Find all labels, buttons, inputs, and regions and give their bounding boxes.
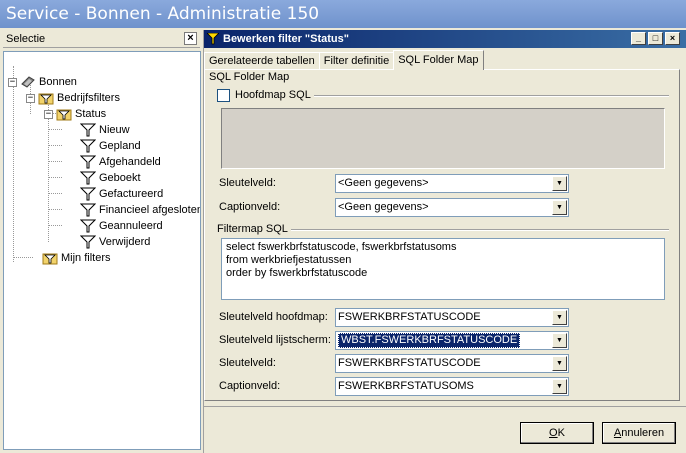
- filter-icon: [80, 139, 96, 153]
- tree-item-bedrijfsfilters[interactable]: − Bedrijfsfilters: [26, 90, 120, 106]
- tab-gerelateerde-tabellen[interactable]: Gerelateerde tabellen: [204, 52, 320, 70]
- filtermap-sql-textarea[interactable]: select fswerkbrfstatuscode, fswerkbrfsta…: [221, 238, 665, 300]
- hoofdmap-sql-textarea[interactable]: [221, 108, 665, 169]
- captionveld-label: Captionveld:: [219, 201, 281, 213]
- selection-panel: Selectie × − Bonnen − Bedrijfsfilters − …: [0, 30, 204, 453]
- selection-panel-header: Selectie ×: [3, 30, 200, 48]
- tree-item-label: Geboekt: [99, 172, 141, 184]
- collapse-icon[interactable]: −: [26, 93, 35, 103]
- tree-item-bonnen[interactable]: − Bonnen: [8, 74, 77, 90]
- tab-strip: Gerelateerde tabellen Filter definitie S…: [204, 50, 484, 70]
- hoofdmap-sql-checkbox[interactable]: [217, 89, 230, 102]
- maximize-button[interactable]: □: [648, 32, 663, 45]
- dialog-title: Bewerken filter "Status": [223, 33, 349, 45]
- sleutelveld-hoofdmap-label: Sleutelveld hoofdmap:: [219, 311, 328, 323]
- edit-filter-dialog: Bewerken filter "Status" _ □ × Gerelatee…: [204, 30, 686, 453]
- selection-panel-title: Selectie: [6, 32, 46, 45]
- tree-item-geboekt[interactable]: Geboekt: [80, 170, 141, 186]
- captionveld-select[interactable]: <Geen gegevens> ▼: [335, 198, 569, 217]
- captionveld-select-2[interactable]: FSWERKBRFSTATUSOMS ▼: [335, 377, 569, 396]
- tree-item-label: Geannuleerd: [99, 220, 163, 232]
- dialog-title-bar[interactable]: Bewerken filter "Status" _ □ ×: [204, 30, 686, 48]
- tree-item-label: Bonnen: [39, 76, 77, 88]
- sleutelveld-label: Sleutelveld:: [219, 177, 276, 189]
- tab-filter-definitie[interactable]: Filter definitie: [318, 52, 395, 70]
- tree-item-gefactureerd[interactable]: Gefactureerd: [80, 186, 163, 202]
- chevron-down-icon[interactable]: ▼: [552, 200, 567, 215]
- hoofdmap-sql-label: Hoofdmap SQL: [235, 89, 314, 101]
- collapse-icon[interactable]: −: [44, 109, 53, 119]
- tree-item-label: Gepland: [99, 140, 141, 152]
- sleutelveld-select-2[interactable]: FSWERKBRFSTATUSCODE ▼: [335, 354, 569, 373]
- sleutelveld-hoofdmap-select[interactable]: FSWERKBRFSTATUSCODE ▼: [335, 308, 569, 327]
- chevron-down-icon[interactable]: ▼: [552, 379, 567, 394]
- tree-item-gepland[interactable]: Gepland: [80, 138, 141, 154]
- sleutelveld-select[interactable]: <Geen gegevens> ▼: [335, 174, 569, 193]
- dialog-button-bar: OK Annuleren: [204, 406, 686, 453]
- filter-icon: [80, 235, 96, 249]
- sleutelveld-lijstscherm-label: Sleutelveld lijstscherm:: [219, 334, 331, 346]
- folder-filter-icon: [56, 109, 72, 121]
- filter-icon: [80, 123, 96, 137]
- sleutelveld-label-2: Sleutelveld:: [219, 357, 276, 369]
- app-title: Service - Bonnen - Administratie 150: [0, 0, 686, 28]
- close-panel-button[interactable]: ×: [184, 32, 197, 45]
- folder-filter-icon: [42, 253, 58, 265]
- diamond-icon: [21, 76, 35, 88]
- filter-tree[interactable]: − Bonnen − Bedrijfsfilters − Status Nieu…: [3, 51, 201, 450]
- folder-filter-icon: [38, 93, 54, 105]
- tree-item-nieuw[interactable]: Nieuw: [80, 122, 130, 138]
- tree-item-financieel-afgesloten[interactable]: Financieel afgesloten: [80, 202, 201, 218]
- group-title: SQL Folder Map: [209, 71, 290, 83]
- tree-item-label: Afgehandeld: [99, 156, 161, 168]
- chevron-down-icon[interactable]: ▼: [552, 356, 567, 371]
- tree-item-label: Status: [75, 108, 107, 120]
- filter-icon: [80, 171, 96, 185]
- filter-icon: [207, 33, 219, 45]
- ok-button[interactable]: OK: [520, 422, 594, 444]
- filtermap-sql-label: Filtermap SQL: [217, 223, 291, 235]
- sql-folder-map-panel: SQL Folder Map Hoofdmap SQL Sleutelveld:…: [204, 69, 680, 401]
- tree-item-label: Verwijderd: [99, 236, 151, 248]
- filter-icon: [80, 203, 96, 217]
- tree-item-label: Mijn filters: [61, 252, 111, 264]
- cancel-button[interactable]: Annuleren: [602, 422, 676, 444]
- tree-item-label: Financieel afgesloten: [99, 204, 201, 216]
- sleutelveld-lijstscherm-select[interactable]: WBST.FSWERKBRFSTATUSCODE ▼: [335, 331, 569, 350]
- tab-sql-folder-map[interactable]: SQL Folder Map: [393, 50, 484, 70]
- tree-item-mijn-filters[interactable]: Mijn filters: [42, 250, 111, 266]
- chevron-down-icon[interactable]: ▼: [552, 176, 567, 191]
- filter-icon: [80, 155, 96, 169]
- tree-item-label: Gefactureerd: [99, 188, 164, 200]
- captionveld-label-2: Captionveld:: [219, 380, 281, 392]
- chevron-down-icon[interactable]: ▼: [552, 310, 567, 325]
- filter-icon: [80, 187, 96, 201]
- tree-item-geannuleerd[interactable]: Geannuleerd: [80, 218, 163, 234]
- tree-item-label: Nieuw: [99, 124, 130, 136]
- tree-item-verwijderd[interactable]: Verwijderd: [80, 234, 150, 250]
- chevron-down-icon[interactable]: ▼: [552, 333, 567, 348]
- minimize-button[interactable]: _: [631, 32, 646, 45]
- tree-item-status[interactable]: − Status: [44, 106, 106, 122]
- collapse-icon[interactable]: −: [8, 77, 17, 87]
- filter-icon: [80, 219, 96, 233]
- tree-item-label: Bedrijfsfilters: [57, 92, 120, 104]
- close-button[interactable]: ×: [665, 32, 680, 45]
- tree-item-afgehandeld[interactable]: Afgehandeld: [80, 154, 161, 170]
